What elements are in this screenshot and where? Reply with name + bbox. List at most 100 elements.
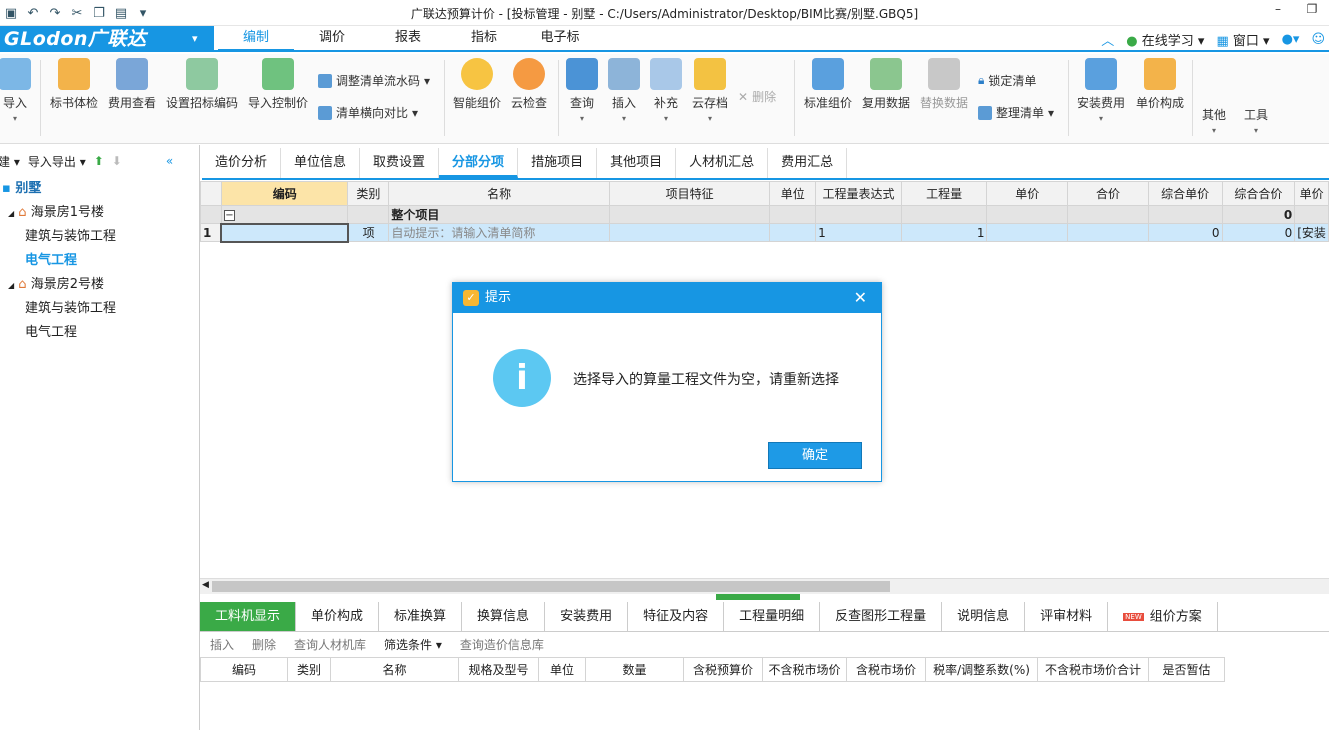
column-header[interactable]: 综合单价 (1147, 181, 1223, 206)
menu-tab-e-bid[interactable]: 电子标 (522, 26, 598, 52)
collapse-panel-icon[interactable]: « (166, 154, 173, 168)
set-bid-code-button[interactable]: 设置招标编码 (164, 58, 240, 111)
adjust-flow-button[interactable]: 调整清单流水码 ▾ (318, 72, 430, 89)
query-button[interactable]: 查询 ▾ (564, 58, 600, 123)
bid-check-button[interactable]: 标书体检 (46, 58, 102, 111)
unit-cell[interactable] (769, 223, 817, 242)
standard-price-button[interactable]: 标准组价 (802, 58, 854, 111)
tree-node-electrical-2[interactable]: 电气工程 (0, 321, 199, 345)
cloud-check-button[interactable]: 云检查 (508, 58, 550, 111)
menu-tab-report[interactable]: 报表 (370, 26, 446, 52)
column-header[interactable]: 税率/调整系数(%) (925, 657, 1038, 682)
user-icon[interactable]: ●▾ (1282, 32, 1300, 47)
column-header[interactable]: 编码 (220, 181, 349, 206)
unit-price-cell[interactable]: 0 (1147, 223, 1223, 242)
tab-review-material[interactable]: 评审材料 (1025, 602, 1109, 631)
window-menu-button[interactable]: ▦ 窗口 ▾ (1216, 30, 1269, 49)
import-button[interactable]: 导入 ▾ (0, 58, 32, 123)
tab-fee-summary[interactable]: 费用汇总 (768, 148, 848, 178)
tab-conversion-info[interactable]: 换算信息 (462, 602, 546, 631)
app-logo[interactable]: GLodon广联达 ▾ (0, 26, 214, 52)
menu-tab-edit[interactable]: 编制 (218, 26, 294, 52)
tab-description[interactable]: 说明信息 (942, 602, 1026, 631)
cloud-save-button[interactable]: 云存档 ▾ (690, 58, 730, 123)
help-icon[interactable]: ☺ (1311, 32, 1325, 47)
online-learning-button[interactable]: ● 在线学习 ▾ (1126, 30, 1204, 49)
tab-labor-material-display[interactable]: 工料机显示 (200, 602, 297, 631)
tree-node-architecture-2[interactable]: 建筑与装饰工程 (0, 297, 199, 321)
menu-tab-index[interactable]: 指标 (446, 26, 522, 52)
column-header[interactable]: 名称 (388, 181, 610, 206)
column-header[interactable]: 不含税市场价合计 (1037, 657, 1149, 682)
tab-measures[interactable]: 措施项目 (518, 148, 598, 178)
column-header[interactable]: 工程量 (900, 181, 988, 206)
tab-quantity-detail[interactable]: 工程量明细 (724, 602, 821, 631)
column-header[interactable]: 是否暂估 (1148, 657, 1225, 682)
query-material-lib-button[interactable]: 查询人材机库 (294, 636, 366, 653)
supplement-button[interactable]: 补充 ▾ (648, 58, 684, 123)
horizontal-scrollbar[interactable]: ◀ (200, 578, 1329, 594)
tab-unit-price-compose[interactable]: 单价构成 (296, 602, 380, 631)
move-up-icon[interactable]: ⬆ (94, 154, 104, 168)
tab-pricing-plan[interactable]: NEW 组价方案 (1108, 602, 1218, 631)
close-icon[interactable]: ✕ (854, 283, 867, 313)
group-name-cell[interactable]: 整个项目 (388, 205, 610, 224)
tree-node-building-1[interactable]: ◢ ⌂ 海景房1号楼 (0, 201, 199, 225)
column-header[interactable]: 单价 (986, 181, 1069, 206)
scrollbar-thumb[interactable] (212, 581, 890, 592)
logo-dropdown-icon[interactable]: ▾ (192, 26, 198, 52)
column-header[interactable]: 规格及型号 (458, 657, 539, 682)
tab-standard-conversion[interactable]: 标准换算 (379, 602, 463, 631)
smart-price-button[interactable]: 智能组价 (452, 58, 502, 111)
fee-view-button[interactable]: 费用查看 (106, 58, 158, 111)
tab-feature-content[interactable]: 特征及内容 (628, 602, 725, 631)
new-button[interactable]: 新建 ▾ (0, 153, 20, 170)
filter-condition-button[interactable]: 筛选条件 ▾ (384, 636, 442, 653)
tab-sub-items[interactable]: 分部分项 (439, 148, 519, 178)
column-header[interactable]: 含税预算价 (683, 657, 763, 682)
tab-labor-material-summary[interactable]: 人材机汇总 (676, 148, 769, 178)
table-row[interactable]: 1 项 自动提示：请输入清单简称 1 1 0 0 [安装 (200, 222, 1329, 243)
type-cell[interactable]: 项 (347, 223, 390, 242)
feature-cell[interactable] (608, 223, 771, 242)
column-header[interactable]: 工程量表达式 (815, 181, 902, 206)
column-header[interactable]: 项目特征 (608, 181, 771, 206)
column-header[interactable]: 不含税市场价 (762, 657, 847, 682)
tree-node-architecture-1[interactable]: 建筑与装饰工程 (0, 225, 199, 249)
tab-reverse-graphic-quantity[interactable]: 反查图形工程量 (820, 602, 943, 631)
tree-node-building-2[interactable]: ◢ ⌂ 海景房2号楼 (0, 273, 199, 297)
total-cell[interactable]: 0 (1221, 223, 1296, 242)
tab-cost-analysis[interactable]: 造价分析 (202, 148, 282, 178)
install-fee-button[interactable]: 安装费用 ▾ (1074, 58, 1128, 123)
unit-compose-button[interactable]: 单价构成 (1134, 58, 1186, 111)
column-header[interactable]: 编码 (200, 657, 288, 682)
column-header[interactable]: 综合合价 (1221, 181, 1296, 206)
column-header[interactable]: 类别 (347, 181, 390, 206)
tab-unit-info[interactable]: 单位信息 (281, 148, 361, 178)
tab-fee-settings[interactable]: 取费设置 (360, 148, 440, 178)
column-header[interactable]: 单价 (1294, 181, 1329, 206)
column-header[interactable]: 单位 (769, 181, 817, 206)
horizontal-compare-button[interactable]: 清单横向对比 ▾ (318, 104, 418, 121)
column-header[interactable]: 数量 (585, 657, 684, 682)
column-header[interactable]: 类别 (287, 657, 331, 682)
tools-button[interactable]: 工具 ▾ (1240, 106, 1272, 135)
move-down-icon[interactable]: ⬇ (112, 154, 122, 168)
scroll-left-icon[interactable]: ◀ (202, 580, 209, 590)
column-header[interactable]: 单位 (538, 657, 586, 682)
replace-data-button[interactable]: 替换数据 (918, 58, 970, 111)
import-export-button[interactable]: 导入导出 ▾ (28, 153, 86, 170)
code-cell[interactable] (220, 222, 349, 243)
tab-install-fee[interactable]: 安装费用 (545, 602, 629, 631)
extra-cell[interactable]: [安装 (1294, 223, 1329, 242)
collapse-ribbon-icon[interactable]: ︿ (1101, 30, 1114, 49)
name-cell[interactable]: 自动提示：请输入清单简称 (388, 223, 610, 242)
tree-node-electrical-1[interactable]: 电气工程 (0, 249, 199, 273)
organize-list-button[interactable]: 整理清单 ▾ (978, 104, 1054, 121)
restore-icon[interactable]: ❐ (1295, 2, 1329, 16)
column-header[interactable]: 名称 (330, 657, 459, 682)
collapse-toggle[interactable]: − (220, 205, 349, 224)
query-price-info-button[interactable]: 查询造价信息库 (460, 636, 544, 653)
splitter-handle[interactable] (716, 594, 800, 600)
insert-button[interactable]: 插入 ▾ (606, 58, 642, 123)
